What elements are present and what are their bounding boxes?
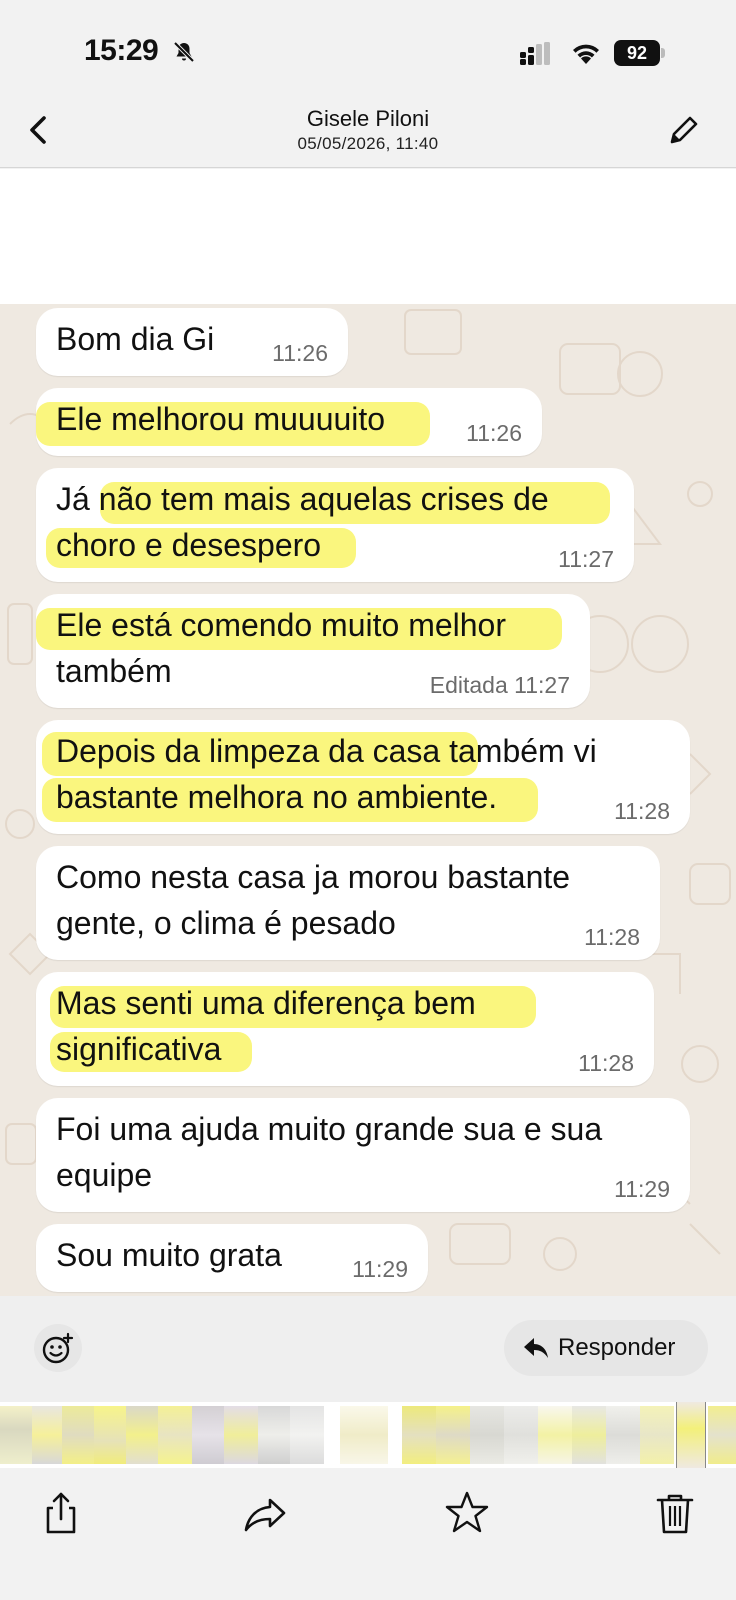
message-line: Como nesta casa ja morou bastante: [56, 859, 571, 895]
message-line: gente, o clima é pesado: [56, 905, 396, 941]
message-line: Ele melhorou muuuuito: [56, 401, 386, 437]
message-line: bastante melhora no ambiente.: [56, 779, 498, 815]
chat-screenshot-image[interactable]: Bom dia Gi 11:26 Ele melhorou muuuuito 1…: [0, 304, 736, 1296]
message-line: Sou muito grata: [56, 1237, 282, 1273]
message-time: 11:26: [272, 340, 328, 366]
message-bubble: Foi uma ajuda muito grande sua e sua equ…: [36, 1098, 690, 1212]
star-icon[interactable]: [442, 1488, 492, 1538]
message-time: 11:29: [352, 1256, 408, 1282]
image-top-margin: [0, 169, 736, 304]
photo-thumbnail[interactable]: [224, 1406, 258, 1464]
photo-thumbnail[interactable]: [32, 1406, 62, 1464]
message-bubble: Sou muito grata 11:29: [36, 1224, 428, 1292]
pencil-icon[interactable]: [664, 110, 704, 150]
message-time: 11:28: [614, 798, 670, 824]
photo-thumbnail[interactable]: [708, 1406, 736, 1464]
photo-thumbnail[interactable]: [538, 1406, 572, 1464]
action-bar: Responder: [0, 1296, 736, 1402]
nav-bar: Gisele Piloni 05/05/2026, 11:40: [0, 100, 736, 168]
message-line: Foi uma ajuda muito grande sua e sua: [56, 1111, 603, 1147]
photo-thumbnail[interactable]: [126, 1406, 158, 1464]
message-bubble: Depois da limpeza da casa também vi bast…: [36, 720, 690, 834]
photo-thumbnail[interactable]: [0, 1406, 32, 1464]
message-line: choro e desespero: [56, 527, 322, 563]
message-bubble: Ele está comendo muito melhor também Edi…: [36, 594, 590, 708]
battery-icon: 92: [614, 40, 665, 66]
message-line: Já não tem mais aquelas crises de: [56, 481, 549, 517]
message-line: Depois da limpeza da casa também vi: [56, 733, 597, 769]
photo-thumbnail[interactable]: [436, 1406, 470, 1464]
trash-icon[interactable]: [650, 1488, 700, 1538]
photo-thumbnail[interactable]: [258, 1406, 290, 1464]
message-time: Editada 11:27: [429, 672, 570, 698]
message-line: Ele está comendo muito melhor: [56, 607, 506, 643]
bell-slash-icon: [173, 41, 195, 63]
photo-thumbnail[interactable]: [606, 1406, 640, 1464]
signal-icon: [520, 42, 550, 65]
message-bubble: Ele melhorou muuuuito 11:26: [36, 388, 542, 456]
reply-button[interactable]: Responder: [504, 1320, 708, 1376]
photo-date: 05/05/2026, 11:40: [297, 134, 439, 153]
photo-thumbnail[interactable]: [158, 1406, 192, 1464]
message-line: equipe: [56, 1157, 153, 1193]
message-bubble: Já não tem mais aquelas crises de choro …: [36, 468, 634, 582]
message-line: Mas senti uma diferença bem: [56, 985, 476, 1021]
photo-thumbnail[interactable]: [94, 1406, 126, 1464]
reply-arrow-icon: [524, 1338, 548, 1358]
bottom-toolbar: [0, 1468, 736, 1600]
message-time: 11:28: [584, 924, 640, 950]
photo-thumbnail[interactable]: [572, 1406, 606, 1464]
status-time: 15:29: [84, 34, 159, 67]
photo-thumbnail[interactable]: [290, 1406, 324, 1464]
photo-thumbnail[interactable]: [402, 1406, 436, 1464]
forward-icon[interactable]: [240, 1488, 290, 1538]
wifi-icon: [573, 44, 599, 64]
photo-thumbnail[interactable]: [340, 1406, 388, 1464]
add-reaction-button[interactable]: [34, 1324, 82, 1372]
photo-thumbnail[interactable]: [640, 1406, 674, 1464]
status-bar: 15:29 92: [0, 0, 736, 100]
photo-thumbnail[interactable]: [62, 1406, 94, 1464]
message-line: significativa: [56, 1031, 222, 1067]
photo-thumbnail[interactable]: [470, 1406, 504, 1464]
message-line: também: [56, 653, 172, 689]
message-time: 11:27: [558, 546, 614, 572]
photo-thumbnail[interactable]: [504, 1406, 538, 1464]
share-icon[interactable]: [36, 1488, 86, 1538]
photo-thumbnail-strip[interactable]: [0, 1402, 736, 1468]
photo-thumbnail-selected[interactable]: [676, 1402, 706, 1468]
message-time: 11:29: [614, 1176, 670, 1202]
message-time: 11:28: [578, 1050, 634, 1076]
photo-thumbnail[interactable]: [192, 1406, 224, 1464]
message-line: Bom dia Gi: [56, 321, 215, 357]
reply-label: Responder: [558, 1334, 676, 1361]
battery-level: 92: [614, 40, 660, 66]
message-bubble: Mas senti uma diferença bem significativ…: [36, 972, 654, 1086]
photo-title: Gisele Piloni: [306, 106, 430, 131]
add-reaction-icon: [42, 1332, 74, 1364]
message-time: 11:26: [466, 420, 522, 446]
message-bubble: Como nesta casa ja morou bastante gente,…: [36, 846, 660, 960]
message-bubble: Bom dia Gi 11:26: [36, 308, 348, 376]
